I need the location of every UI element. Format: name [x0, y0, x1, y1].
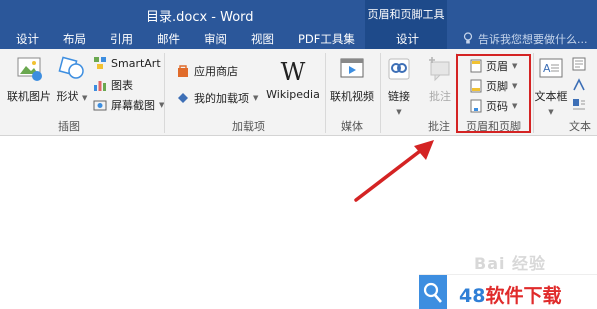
chart-icon [94, 81, 106, 91]
wordart-icon[interactable] [572, 78, 586, 92]
tab-header-footer-design[interactable]: 设计 [396, 31, 419, 47]
highlight-box [456, 54, 531, 133]
comment-label: 批注 [429, 90, 451, 103]
context-tools-title: 页眉和页脚工具 [367, 8, 445, 21]
video-icon [340, 58, 364, 78]
comment-icon [429, 57, 450, 82]
smartart-button[interactable]: SmartArt [93, 56, 161, 70]
app-store-button[interactable]: 应用商店 [176, 63, 238, 79]
tab-view[interactable]: 视图 [251, 31, 274, 47]
textbox-button[interactable]: A 文本框 ▼ [534, 55, 568, 117]
shapes-button[interactable]: 形状 ▼ [56, 55, 88, 104]
logo-text: 48软件下载 [459, 281, 561, 308]
quick-parts-icon[interactable] [572, 57, 586, 71]
wikipedia-button[interactable]: W Wikipedia [265, 58, 321, 101]
screenshot-label: 屏幕截图 [111, 99, 155, 112]
link-caret-icon: ▼ [396, 108, 402, 116]
online-pictures-icon [17, 57, 42, 81]
textbox-text: 文本框 [534, 90, 568, 103]
tell-me-search[interactable]: 告诉我您想要做什么... [478, 31, 588, 47]
app-store-label: 应用商店 [194, 65, 238, 78]
tab-mailings[interactable]: 邮件 [157, 31, 180, 47]
my-addins-icon [178, 93, 188, 103]
group-label-text: 文本 [569, 120, 591, 133]
title-bar [0, 0, 597, 27]
logo-number: 48 [459, 285, 486, 307]
my-addins-caret-icon: ▼ [253, 94, 259, 102]
textbox-label: 文本框 ▼ [534, 88, 568, 117]
baidu-watermark: Bai 经验 [474, 254, 547, 273]
annotation-arrow-icon [354, 140, 434, 202]
group-label-illustrations: 插图 [58, 120, 80, 133]
link-label: 链接 ▼ [383, 88, 415, 117]
lightbulb-icon [463, 32, 473, 44]
tab-references[interactable]: 引用 [110, 31, 133, 47]
logo-chinese: 软件下载 [485, 285, 562, 307]
divider [164, 53, 165, 133]
magnifier-icon [419, 275, 447, 309]
my-addins-button[interactable]: 我的加载项 ▼ [176, 90, 258, 106]
chart-button[interactable]: 图表 [93, 77, 133, 93]
smartart-icon [94, 57, 106, 69]
my-addins-label: 我的加载项 [194, 92, 249, 105]
svg-text:A: A [543, 62, 551, 75]
shapes-text: 形状 [56, 90, 79, 103]
link-text: 链接 [388, 90, 410, 103]
online-video-button[interactable]: 联机视频 [329, 55, 375, 104]
online-video-label: 联机视频 [330, 90, 374, 103]
wikipedia-label: Wikipedia [266, 88, 320, 101]
tab-review[interactable]: 审阅 [204, 31, 227, 47]
shapes-icon [58, 56, 84, 79]
window-title: 目录.docx - Word [146, 10, 254, 25]
screenshot-button[interactable]: 屏幕截图 ▼ [93, 97, 164, 113]
group-label-addins: 加载项 [232, 120, 265, 133]
store-icon [178, 65, 188, 77]
link-icon [388, 58, 410, 80]
shapes-caret-icon: ▼ [82, 94, 88, 102]
textbox-icon: A [539, 58, 563, 78]
group-label-comments: 批注 [428, 120, 450, 133]
screenshot-icon [93, 100, 107, 111]
smartart-label: SmartArt [111, 56, 161, 70]
site-logo: 48软件下载 [419, 274, 597, 309]
drop-cap-icon[interactable] [572, 98, 586, 112]
group-label-media: 媒体 [341, 120, 363, 133]
divider [325, 53, 326, 133]
online-pictures-button[interactable]: 联机图片 [6, 55, 52, 104]
tab-pdf-tools[interactable]: PDF工具集 [298, 31, 355, 47]
link-button[interactable]: 链接 ▼ [383, 55, 415, 117]
online-pictures-label: 联机图片 [7, 90, 51, 103]
divider [380, 53, 381, 133]
textbox-caret-icon: ▼ [548, 108, 554, 116]
chart-label: 图表 [111, 79, 133, 92]
wikipedia-icon: W [280, 58, 306, 86]
tab-layout[interactable]: 布局 [63, 31, 86, 47]
shapes-label: 形状 ▼ [56, 88, 88, 104]
comment-button[interactable]: 批注 [424, 55, 456, 104]
tab-design[interactable]: 设计 [16, 31, 39, 47]
